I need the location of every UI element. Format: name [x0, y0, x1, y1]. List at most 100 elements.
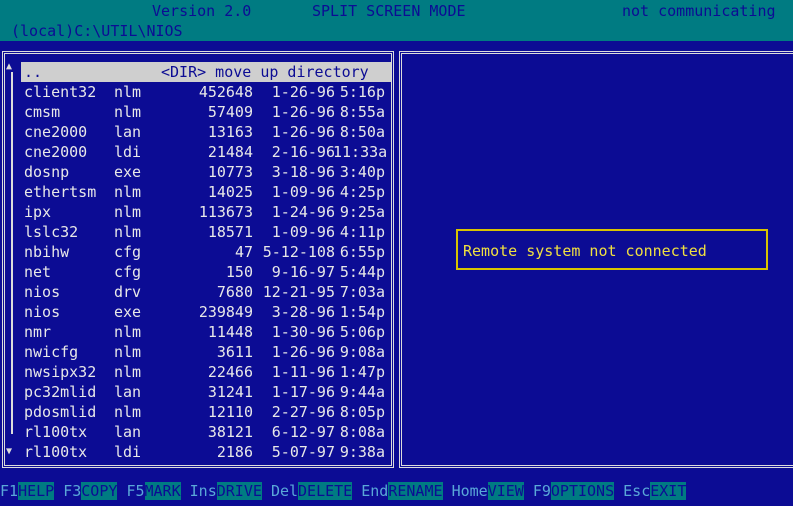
file-size: 150 [225, 263, 253, 281]
function-key[interactable]: F9 [533, 482, 551, 500]
file-name: nwsipx32 [24, 363, 97, 381]
function-key-label[interactable]: EXIT [650, 482, 687, 500]
local-file-pane[interactable]: ▲ ▼ .. <DIR> move up directory client32 n… [2, 51, 394, 468]
file-name: nios [24, 303, 61, 321]
title-bar: Version 2.0 SPLIT SCREEN MODE not commun… [0, 0, 793, 41]
mode-label: SPLIT SCREEN MODE [312, 2, 466, 20]
file-row[interactable]: nbihw cfg 47 5-12-108 6:55p [21, 242, 391, 262]
function-key-label[interactable]: DRIVE [216, 482, 262, 500]
file-row[interactable]: rl100tx lan 38121 6-12-97 8:08a [21, 422, 391, 442]
file-name: rl100tx [24, 423, 88, 441]
file-name: nios [24, 283, 61, 301]
file-name: ethertsm [24, 183, 97, 201]
file-row[interactable]: client32 nlm 452648 1-26-96 5:16p [21, 82, 391, 102]
file-time: 7:03a [339, 283, 385, 301]
file-ext: ldi [114, 443, 142, 461]
file-name: rl100tx [24, 443, 88, 461]
version-label: Version 2.0 [152, 2, 252, 20]
file-row[interactable]: pdosmlid nlm 12110 2-27-96 8:05p [21, 402, 391, 422]
file-row[interactable]: cne2000 ldi 21484 2-16-96 11:33a [21, 142, 391, 162]
file-ext: nlm [114, 323, 142, 341]
file-ext: nlm [114, 203, 142, 221]
file-size: 7680 [216, 283, 253, 301]
file-list: .. <DIR> move up directory client32 nlm 45… [21, 62, 391, 462]
function-key-bar: F1HELP F3COPY F5MARK InsDRIVE DelDELETE … [0, 481, 793, 502]
file-name: cmsm [24, 103, 61, 121]
file-size: 14025 [207, 183, 253, 201]
file-date: 1-26-96 [271, 123, 335, 141]
file-size: 18571 [207, 223, 253, 241]
function-key-label[interactable]: MARK [144, 482, 181, 500]
file-date: 6-12-97 [271, 423, 335, 441]
file-name: pc32mlid [24, 383, 97, 401]
file-row[interactable]: rl100tx ldi 2186 5-07-97 9:38a [21, 442, 391, 462]
file-name: dosnp [24, 163, 70, 181]
file-date: 1-11-96 [271, 363, 335, 381]
parent-directory-row[interactable]: .. <DIR> move up directory [21, 62, 391, 82]
file-row[interactable]: nwsipx32 nlm 22466 1-11-96 1:47p [21, 362, 391, 382]
file-row[interactable]: lslc32 nlm 18571 1-09-96 4:11p [21, 222, 391, 242]
file-list-scrollbar[interactable]: ▲ ▼ [5, 54, 19, 465]
file-row[interactable]: nios exe 239849 3-28-96 1:54p [21, 302, 391, 322]
file-row[interactable]: ethertsm nlm 14025 1-09-96 4:25p [21, 182, 391, 202]
function-key-label[interactable]: HELP [18, 482, 55, 500]
file-size: 10773 [207, 163, 253, 181]
scrollbar-track[interactable] [11, 72, 13, 434]
function-key-label[interactable]: DELETE [298, 482, 353, 500]
file-time: 9:38a [339, 443, 385, 461]
function-key[interactable]: Del [271, 482, 298, 500]
function-key-label[interactable]: VIEW [487, 482, 524, 500]
file-ext: ldi [114, 143, 142, 161]
file-size: 2186 [216, 443, 253, 461]
function-key[interactable]: Ins [190, 482, 217, 500]
file-row[interactable]: cne2000 lan 13163 1-26-96 8:50a [21, 122, 391, 142]
file-row[interactable]: net cfg 150 9-16-97 5:44p [21, 262, 391, 282]
function-key[interactable]: F3 [63, 482, 81, 500]
file-ext: nlm [114, 363, 142, 381]
file-time: 4:25p [339, 183, 385, 201]
file-name: .. [24, 63, 43, 81]
file-name: lslc32 [24, 223, 79, 241]
file-size: 239849 [198, 303, 253, 321]
function-key[interactable]: End [361, 482, 388, 500]
file-name: ipx [24, 203, 52, 221]
dir-label: <DIR> move up directory [161, 63, 369, 81]
connection-status: not communicating [622, 2, 776, 20]
file-row[interactable]: ipx nlm 113673 1-24-96 9:25a [21, 202, 391, 222]
file-row[interactable]: nwicfg nlm 3611 1-26-96 9:08a [21, 342, 391, 362]
function-key[interactable]: F5 [126, 482, 144, 500]
function-key-label[interactable]: OPTIONS [550, 482, 615, 500]
file-time: 8:05p [339, 403, 385, 421]
file-date: 3-28-96 [271, 303, 335, 321]
file-size: 57409 [207, 103, 253, 121]
file-name: pdosmlid [24, 403, 97, 421]
file-row[interactable]: pc32mlid lan 31241 1-17-96 9:44a [21, 382, 391, 402]
file-ext: drv [114, 283, 142, 301]
file-size: 22466 [207, 363, 253, 381]
function-key-label[interactable]: COPY [81, 482, 118, 500]
file-time: 1:54p [339, 303, 385, 321]
file-time: 8:08a [339, 423, 385, 441]
function-key-label[interactable]: RENAME [388, 482, 443, 500]
function-key[interactable]: F1 [0, 482, 18, 500]
file-row[interactable]: nmr nlm 11448 1-30-96 5:06p [21, 322, 391, 342]
arrow-down-icon[interactable]: ▼ [6, 447, 12, 457]
file-row[interactable]: nios drv 7680 12-21-95 7:03a [21, 282, 391, 302]
file-name: cne2000 [24, 143, 88, 161]
file-name: net [24, 263, 52, 281]
arrow-up-icon[interactable]: ▲ [6, 62, 12, 72]
file-time: 9:08a [339, 343, 385, 361]
file-date: 1-26-96 [271, 343, 335, 361]
function-key[interactable]: Esc [623, 482, 650, 500]
function-key[interactable]: Home [452, 482, 488, 500]
file-date: 1-26-96 [271, 83, 335, 101]
file-date: 12-21-95 [262, 283, 335, 301]
file-ext: nlm [114, 343, 142, 361]
file-date: 9-16-97 [271, 263, 335, 281]
file-size: 38121 [207, 423, 253, 441]
file-row[interactable]: dosnp exe 10773 3-18-96 3:40p [21, 162, 391, 182]
file-time: 8:55a [339, 103, 385, 121]
file-row[interactable]: cmsm nlm 57409 1-26-96 8:55a [21, 102, 391, 122]
file-date: 2-16-96 [271, 143, 335, 161]
file-size: 31241 [207, 383, 253, 401]
